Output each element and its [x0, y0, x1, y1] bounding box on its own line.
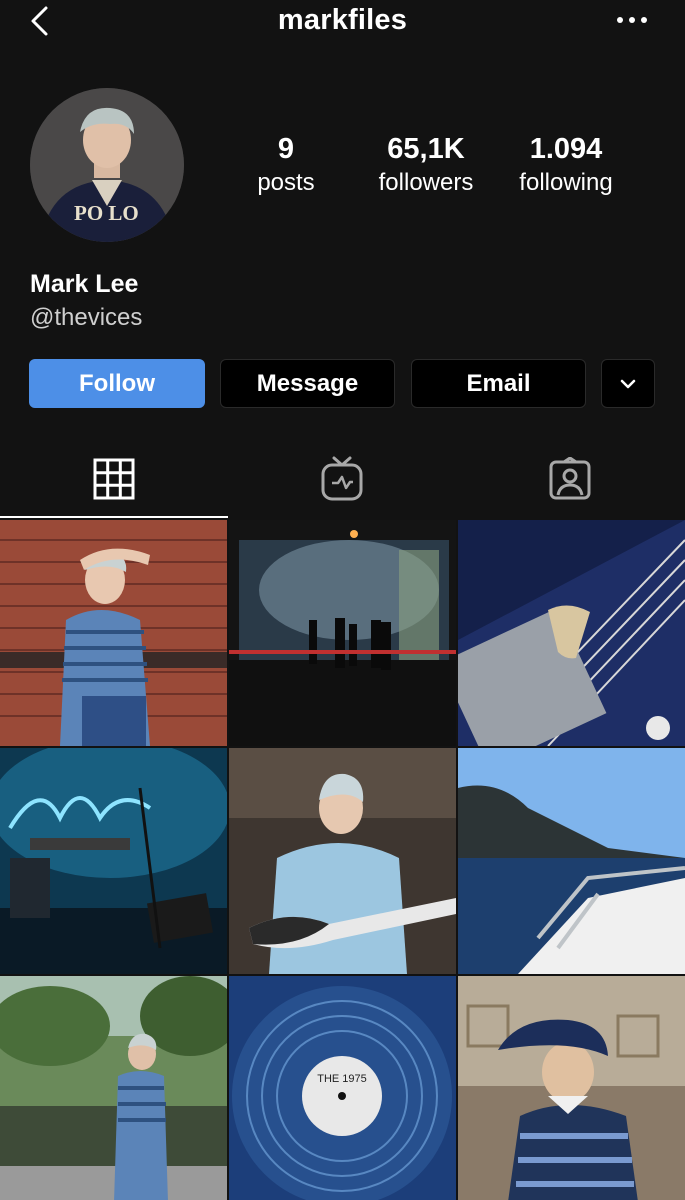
- followers-count: 65,1K: [387, 133, 465, 165]
- more-options-icon[interactable]: [612, 10, 652, 30]
- posts-count: 9: [277, 133, 295, 165]
- tagged-icon: [549, 457, 591, 500]
- message-button[interactable]: Message: [220, 359, 395, 408]
- tab-igtv[interactable]: [228, 440, 456, 518]
- following-label: following: [519, 169, 613, 196]
- post-thumbnail[interactable]: [0, 748, 227, 974]
- post-thumbnail[interactable]: [229, 520, 456, 746]
- posts-label: posts: [257, 169, 315, 196]
- profile-name: Mark Lee: [30, 270, 139, 298]
- tab-tagged[interactable]: [456, 440, 684, 518]
- post-thumbnail[interactable]: [229, 748, 456, 974]
- avatar[interactable]: PO LO: [30, 88, 184, 242]
- post-thumbnail[interactable]: [0, 976, 227, 1200]
- profile-tabs: [0, 440, 685, 518]
- email-button[interactable]: Email: [411, 359, 586, 408]
- tab-grid[interactable]: [0, 440, 228, 518]
- post-thumbnail[interactable]: [458, 748, 685, 974]
- top-bar: markfiles: [0, 0, 685, 44]
- post-thumbnail[interactable]: [458, 520, 685, 746]
- post-thumbnail[interactable]: THE 1975: [229, 976, 456, 1200]
- followers-stat[interactable]: 65,1K followers: [351, 130, 501, 198]
- following-stat[interactable]: 1.094 following: [491, 130, 641, 198]
- follow-button[interactable]: Follow: [29, 359, 205, 408]
- igtv-icon: [321, 456, 363, 501]
- posts-stat[interactable]: 9 posts: [211, 130, 361, 198]
- chevron-down-icon: [620, 379, 636, 388]
- grid-icon: [93, 458, 135, 500]
- post-thumbnail[interactable]: [458, 976, 685, 1200]
- followers-label: followers: [378, 169, 474, 196]
- profile-handle[interactable]: @thevices: [30, 304, 142, 332]
- record-label-text: THE 1975: [317, 1073, 367, 1085]
- profile-username-title: markfiles: [277, 4, 408, 36]
- suggested-dropdown-button[interactable]: [601, 359, 655, 408]
- post-grid: THE 1975: [0, 520, 685, 1200]
- post-thumbnail[interactable]: [0, 520, 227, 746]
- avatar-logo-text: PO LO: [74, 201, 139, 225]
- active-tab-indicator: [0, 516, 228, 518]
- following-count: 1.094: [529, 133, 603, 165]
